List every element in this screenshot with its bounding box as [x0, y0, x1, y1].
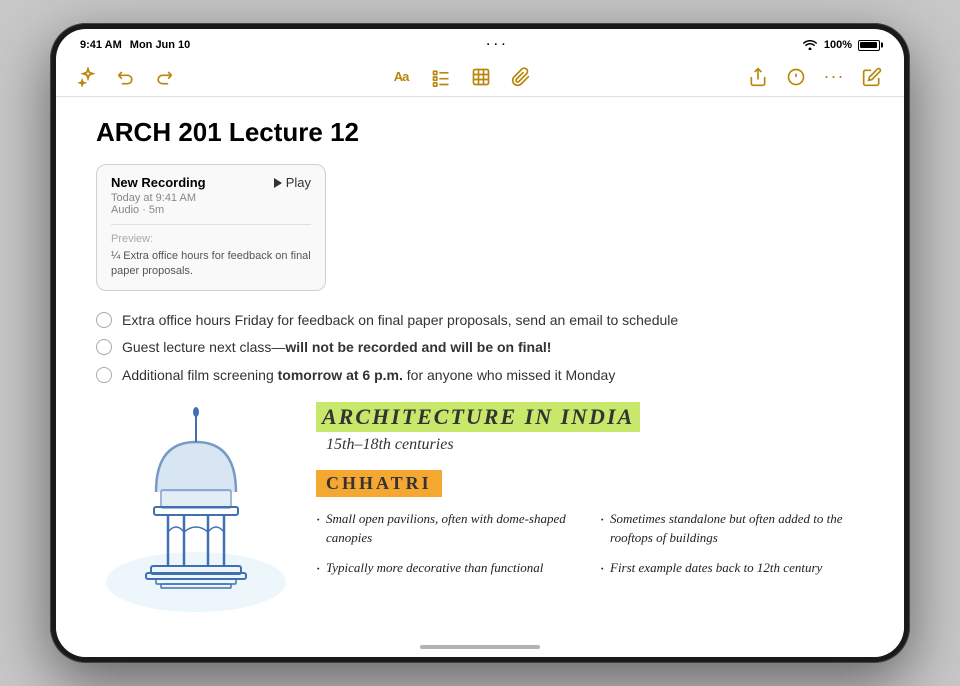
more-options-icon[interactable]: ···: [822, 65, 846, 89]
chhatri-label: CHHATRI: [316, 470, 442, 497]
battery-percent: 100%: [824, 39, 852, 51]
checklist-icon[interactable]: [429, 65, 453, 89]
recording-meta: Today at 9:41 AM Audio · 5m: [111, 192, 311, 216]
wifi-icon: [802, 38, 818, 53]
status-bar: 9:41 AM Mon Jun 10 · · · 100%: [56, 29, 904, 57]
ipad-device: 9:41 AM Mon Jun 10 · · · 100%: [50, 23, 910, 663]
play-button[interactable]: Play: [274, 175, 311, 190]
preview-text: ¼ Extra office hours for feedback on fin…: [111, 249, 311, 280]
play-triangle-icon: [274, 178, 282, 188]
status-left: 9:41 AM Mon Jun 10: [80, 39, 190, 51]
checkbox-1[interactable]: [96, 312, 112, 328]
recording-card: New Recording Play Today at 9:41 AM Audi…: [96, 164, 326, 291]
preview-label: Preview:: [111, 233, 311, 245]
dot1: ·: [487, 39, 491, 51]
recording-date: Today at 9:41 AM: [111, 192, 196, 204]
home-bar: [420, 645, 540, 649]
handwriting-content: ARCHITECTURE IN INDIA 15th–18th centurie…: [316, 402, 864, 578]
table-icon[interactable]: [469, 65, 493, 89]
text-format-icon[interactable]: Aa: [389, 65, 413, 89]
recording-duration: Audio · 5m: [111, 204, 164, 216]
recording-title: New Recording: [111, 175, 206, 190]
redo-icon[interactable]: [152, 65, 176, 89]
checklist-text-1: Extra office hours Friday for feedback o…: [122, 311, 678, 331]
recording-header: New Recording Play: [111, 175, 311, 190]
toolbar-right: ···: [746, 65, 884, 89]
dot3: ·: [502, 39, 506, 51]
undo-icon[interactable]: [114, 65, 138, 89]
toolbar: Aa: [56, 57, 904, 97]
status-date: Mon Jun 10: [130, 39, 191, 51]
checklist-item-2: Guest lecture next class—will not be rec…: [96, 338, 864, 358]
arch-title: ARCHITECTURE IN INDIA: [316, 402, 864, 436]
markup-icon[interactable]: [784, 65, 808, 89]
note-content: ARCH 201 Lecture 12 New Recording Play T…: [56, 97, 904, 637]
toolbar-center: Aa: [176, 65, 746, 89]
share-icon[interactable]: [746, 65, 770, 89]
checklist: Extra office hours Friday for feedback o…: [96, 311, 864, 386]
chhatri-grid: Small open pavilions, often with dome-sh…: [316, 509, 864, 578]
note-title: ARCH 201 Lecture 12: [96, 117, 864, 148]
checkbox-2[interactable]: [96, 339, 112, 355]
architecture-drawing: [96, 402, 296, 627]
ipad-screen: 9:41 AM Mon Jun 10 · · · 100%: [56, 29, 904, 657]
arch-subtitle: 15th–18th centuries: [316, 436, 864, 454]
checklist-text-3: Additional film screening tomorrow at 6 …: [122, 366, 615, 386]
chhatri-item-2: Sometimes standalone but often added to …: [600, 509, 864, 548]
play-label: Play: [286, 175, 311, 190]
arch-title-text: ARCHITECTURE IN INDIA: [316, 402, 640, 432]
checkbox-3[interactable]: [96, 367, 112, 383]
chhatri-item-1: Small open pavilions, often with dome-sh…: [316, 509, 580, 548]
chhatri-section: CHHATRI: [316, 470, 864, 509]
checklist-text-2: Guest lecture next class—will not be rec…: [122, 338, 551, 358]
attachment-icon[interactable]: [509, 65, 533, 89]
status-time: 9:41 AM: [80, 39, 122, 51]
chhatri-item-3: Typically more decorative than functiona…: [316, 558, 580, 578]
drawing-section: ARCHITECTURE IN INDIA 15th–18th centurie…: [96, 402, 864, 627]
battery-icon: [858, 40, 880, 51]
home-indicator: [56, 637, 904, 657]
sparkle-icon[interactable]: [76, 65, 100, 89]
checklist-item: Extra office hours Friday for feedback o…: [96, 311, 864, 331]
status-center: · · ·: [487, 39, 506, 51]
checklist-item-3: Additional film screening tomorrow at 6 …: [96, 366, 864, 386]
compose-icon[interactable]: [860, 65, 884, 89]
chhatri-item-4: First example dates back to 12th century: [600, 558, 864, 578]
toolbar-left: [76, 65, 176, 89]
status-right: 100%: [802, 38, 880, 53]
recording-divider: [111, 224, 311, 225]
dot2: ·: [494, 39, 498, 51]
